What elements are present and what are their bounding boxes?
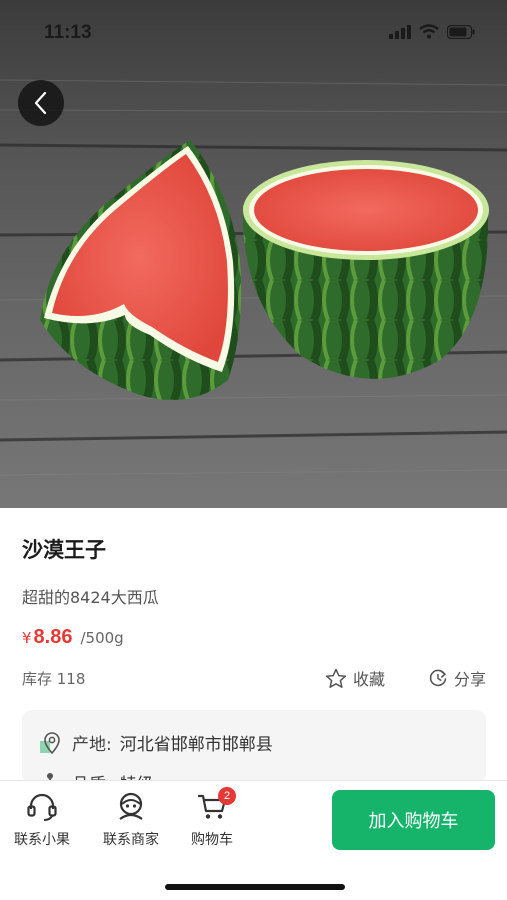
star-icon <box>325 668 347 688</box>
bottom-action-bar: 联系小果 联系商家 2 购物车 加入购物车 <box>0 780 507 900</box>
product-subtitle: 超甜的8424大西瓜 <box>22 588 159 607</box>
product-detail-card: 产地: 河北省邯郸市邯郸县 品质: 特级 <box>22 710 486 784</box>
headset-icon <box>24 789 60 823</box>
cart-icon: 2 <box>194 787 236 823</box>
origin-value: 河北省邯郸市邯郸县 <box>119 735 273 755</box>
origin-label: 产地: <box>72 735 112 755</box>
favorite-label: 收藏 <box>353 670 386 689</box>
tab-label: 购物车 <box>191 832 233 848</box>
watermelon-photo <box>0 0 507 508</box>
tab-label: 联系小果 <box>14 832 70 848</box>
origin-row: 产地: 河北省邯郸市邯郸县 <box>38 730 273 755</box>
tab-label: 联系商家 <box>103 832 159 848</box>
stock-count: 库存 118 <box>22 670 86 688</box>
wifi-icon <box>419 24 439 39</box>
currency-symbol: ¥ <box>22 629 32 647</box>
price-unit: /500g <box>80 629 124 647</box>
share-icon <box>429 669 447 687</box>
cart-button[interactable]: 2 购物车 <box>191 787 236 849</box>
price-row: ¥ 8.86 /500g <box>22 626 124 649</box>
favorite-button[interactable]: 收藏 <box>325 666 385 690</box>
share-label: 分享 <box>454 670 487 689</box>
back-button[interactable] <box>18 80 64 126</box>
product-title: 沙漠王子 <box>22 538 106 562</box>
status-icons <box>389 24 475 39</box>
battery-icon <box>447 24 475 39</box>
location-pin-icon <box>40 731 60 754</box>
cart-badge: 2 <box>218 787 236 805</box>
contact-xiaoguo-button[interactable]: 联系小果 <box>14 789 70 849</box>
home-indicator <box>165 884 345 890</box>
status-bar: 11:13 <box>0 0 507 64</box>
contact-merchant-button[interactable]: 联系商家 <box>103 789 159 849</box>
share-button[interactable]: 分享 <box>428 666 486 690</box>
cellular-signal-icon <box>389 24 411 39</box>
product-price: 8.86 <box>33 626 73 648</box>
add-to-cart-button[interactable]: 加入购物车 <box>332 790 495 850</box>
chevron-left-icon <box>34 91 47 115</box>
product-image <box>0 0 507 508</box>
status-time: 11:13 <box>44 22 92 43</box>
merchant-service-icon <box>113 789 149 823</box>
